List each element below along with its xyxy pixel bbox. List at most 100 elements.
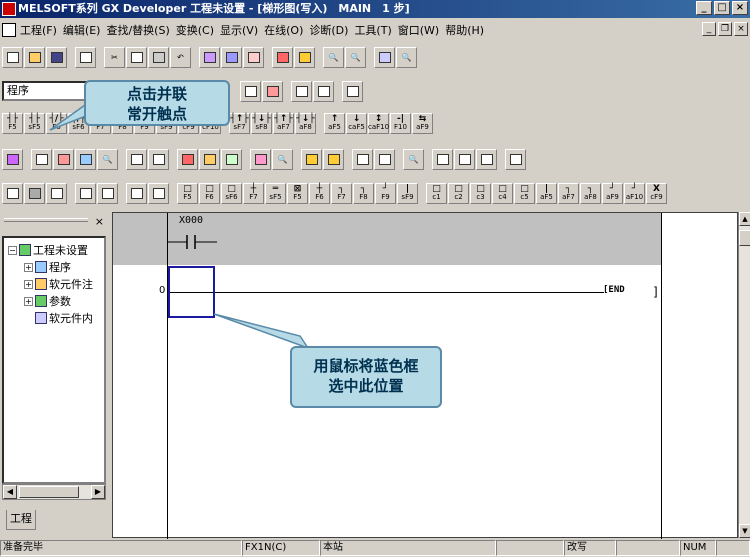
block-end-icon[interactable] [374, 148, 395, 170]
key-parallel-falling-pulse[interactable]: ┤↓├ aF8 [295, 112, 316, 134]
undo-icon[interactable]: ↶ [170, 46, 191, 68]
find-device-icon[interactable]: 🔍 [403, 148, 424, 170]
sfc-branch-icon[interactable] [476, 148, 497, 170]
key-parallel-rising-pulse[interactable]: ┤↑├ aF7 [273, 112, 294, 134]
key-falling-pulse[interactable]: ┤↓├ sF8 [251, 112, 272, 134]
sfc-renumber-icon[interactable] [97, 182, 118, 204]
zoom-in-icon[interactable]: 🔍 [323, 46, 344, 68]
sfc-key-c5[interactable]: □ c5 [514, 182, 535, 204]
ladder-view-icon[interactable] [240, 80, 261, 102]
zoom-out-icon[interactable]: 🔍 [345, 46, 366, 68]
mdi-restore-button[interactable]: ❐ [718, 22, 732, 36]
device-test-icon[interactable] [374, 46, 395, 68]
sfc-key-a7[interactable]: ┐ aF7 [558, 182, 579, 204]
menu-view[interactable]: 显示(V) [220, 22, 264, 38]
document-icon[interactable] [2, 23, 16, 37]
plc-verify-icon[interactable] [243, 46, 264, 68]
save-icon[interactable] [46, 46, 67, 68]
tree-item-device-comment[interactable]: + 软元件注 [24, 276, 93, 292]
plc-read-icon[interactable] [199, 46, 220, 68]
device-batch-icon[interactable] [53, 148, 74, 170]
sampling-icon[interactable] [250, 148, 271, 170]
sfc-insert-icon[interactable] [2, 182, 23, 204]
menu-help[interactable]: 帮助(H) [445, 22, 490, 38]
sfc-key-jump[interactable]: □ F6 [199, 182, 220, 204]
close-button[interactable]: × [732, 1, 748, 15]
menu-diagnostics[interactable]: 诊断(D) [309, 22, 354, 38]
scroll-down-icon[interactable]: ▼ [739, 524, 750, 538]
sfc-transition-icon[interactable] [454, 148, 475, 170]
list-view-icon[interactable] [262, 80, 283, 102]
entry-monitor-icon[interactable] [177, 148, 198, 170]
register-monitor-icon[interactable] [199, 148, 220, 170]
menu-convert[interactable]: 变换(C) [176, 22, 220, 38]
sfc-key-vertical[interactable]: ┐ F8 [353, 182, 374, 204]
maximize-button[interactable]: □ [714, 1, 730, 15]
open-contact-symbol[interactable] [167, 235, 217, 249]
expand-icon[interactable]: + [24, 279, 33, 289]
sfc-sort-icon[interactable] [148, 182, 169, 204]
sfc-key-c4[interactable]: □ c4 [492, 182, 513, 204]
key-operation-falling[interactable]: ↓ caF5 [346, 112, 367, 134]
scroll-thumb[interactable] [19, 486, 79, 498]
print-icon[interactable] [75, 46, 96, 68]
pane-grip[interactable] [4, 218, 88, 222]
edit-cursor[interactable] [168, 266, 215, 318]
sfc-key-a9[interactable]: ┘ aF9 [602, 182, 623, 204]
diagnostic-icon[interactable] [126, 148, 147, 170]
tree-root[interactable]: − 工程未设置 [8, 242, 88, 258]
device-icon[interactable] [31, 148, 52, 170]
open-folder-icon[interactable] [24, 46, 45, 68]
timer-icon[interactable] [148, 148, 169, 170]
expand-icon[interactable]: + [24, 262, 33, 272]
sfc-key-line[interactable]: | sF9 [397, 182, 418, 204]
mdi-minimize-button[interactable]: _ [702, 22, 716, 36]
vertical-scroll-thumb[interactable] [739, 230, 750, 246]
menu-edit[interactable]: 编辑(E) [63, 22, 107, 38]
sfc-key-parallel-branch[interactable]: ⊠ F5 [287, 182, 308, 204]
expand-icon[interactable]: + [24, 296, 33, 306]
plc-write-icon[interactable] [221, 46, 242, 68]
menu-tools[interactable]: 工具(T) [354, 22, 397, 38]
trace-icon[interactable]: 🔍 [272, 148, 293, 170]
sfc-key-step[interactable]: □ F5 [177, 182, 198, 204]
buffer-monitor-icon[interactable] [221, 148, 242, 170]
key-line-delete[interactable]: ⇆ aF9 [412, 112, 433, 134]
monitor-start-icon[interactable] [272, 46, 293, 68]
minimize-button[interactable]: _ [696, 1, 712, 15]
block-start-icon[interactable] [352, 148, 373, 170]
scroll-right-icon[interactable]: ▶ [91, 485, 105, 499]
pane-close-icon[interactable]: × [95, 215, 104, 228]
sfc-block-icon[interactable] [126, 182, 147, 204]
batch-monitor-icon[interactable]: 🔍 [396, 46, 417, 68]
sfc-key-parallel-join[interactable]: ┐ F7 [331, 182, 352, 204]
scroll-up-icon[interactable]: ▲ [739, 212, 750, 226]
editor-vertical-scrollbar[interactable]: ▲ ▼ [738, 212, 750, 538]
key-line-draw[interactable]: -| F10 [390, 112, 411, 134]
menu-online[interactable]: 在线(O) [264, 22, 309, 38]
sfc-key-c1[interactable]: □ c1 [426, 182, 447, 204]
mdi-close-button[interactable]: × [734, 22, 748, 36]
sfc-key-a8[interactable]: ┐ aF8 [580, 182, 601, 204]
menu-window[interactable]: 窗口(W) [398, 22, 445, 38]
sfc-key-select-branch[interactable]: ═ sF5 [265, 182, 286, 204]
sfc-number-icon[interactable] [75, 182, 96, 204]
search-icon[interactable]: 🔍 [97, 148, 118, 170]
tab-project[interactable]: 工程 [6, 510, 36, 530]
menu-find-replace[interactable]: 查找/替换(S) [106, 22, 175, 38]
note-icon[interactable] [342, 80, 363, 102]
sfc-key-horizontal[interactable]: ┘ F9 [375, 182, 396, 204]
sfc-key-transition[interactable]: ┼ F7 [243, 182, 264, 204]
comment-icon[interactable] [291, 80, 312, 102]
menu-project[interactable]: 工程(F) [20, 22, 63, 38]
step-stop-icon[interactable] [323, 148, 344, 170]
tree-horizontal-scrollbar[interactable]: ◀ ▶ [2, 484, 106, 500]
cut-icon[interactable]: ✂ [104, 46, 125, 68]
sfc-error-icon[interactable] [46, 182, 67, 204]
sfc-key-select-join[interactable]: ┼ F6 [309, 182, 330, 204]
sfc-key-c2[interactable]: □ c2 [448, 182, 469, 204]
copy-icon[interactable] [126, 46, 147, 68]
statement-icon[interactable] [313, 80, 334, 102]
step-run-icon[interactable] [301, 148, 322, 170]
sfc-delete-icon[interactable] [24, 182, 45, 204]
